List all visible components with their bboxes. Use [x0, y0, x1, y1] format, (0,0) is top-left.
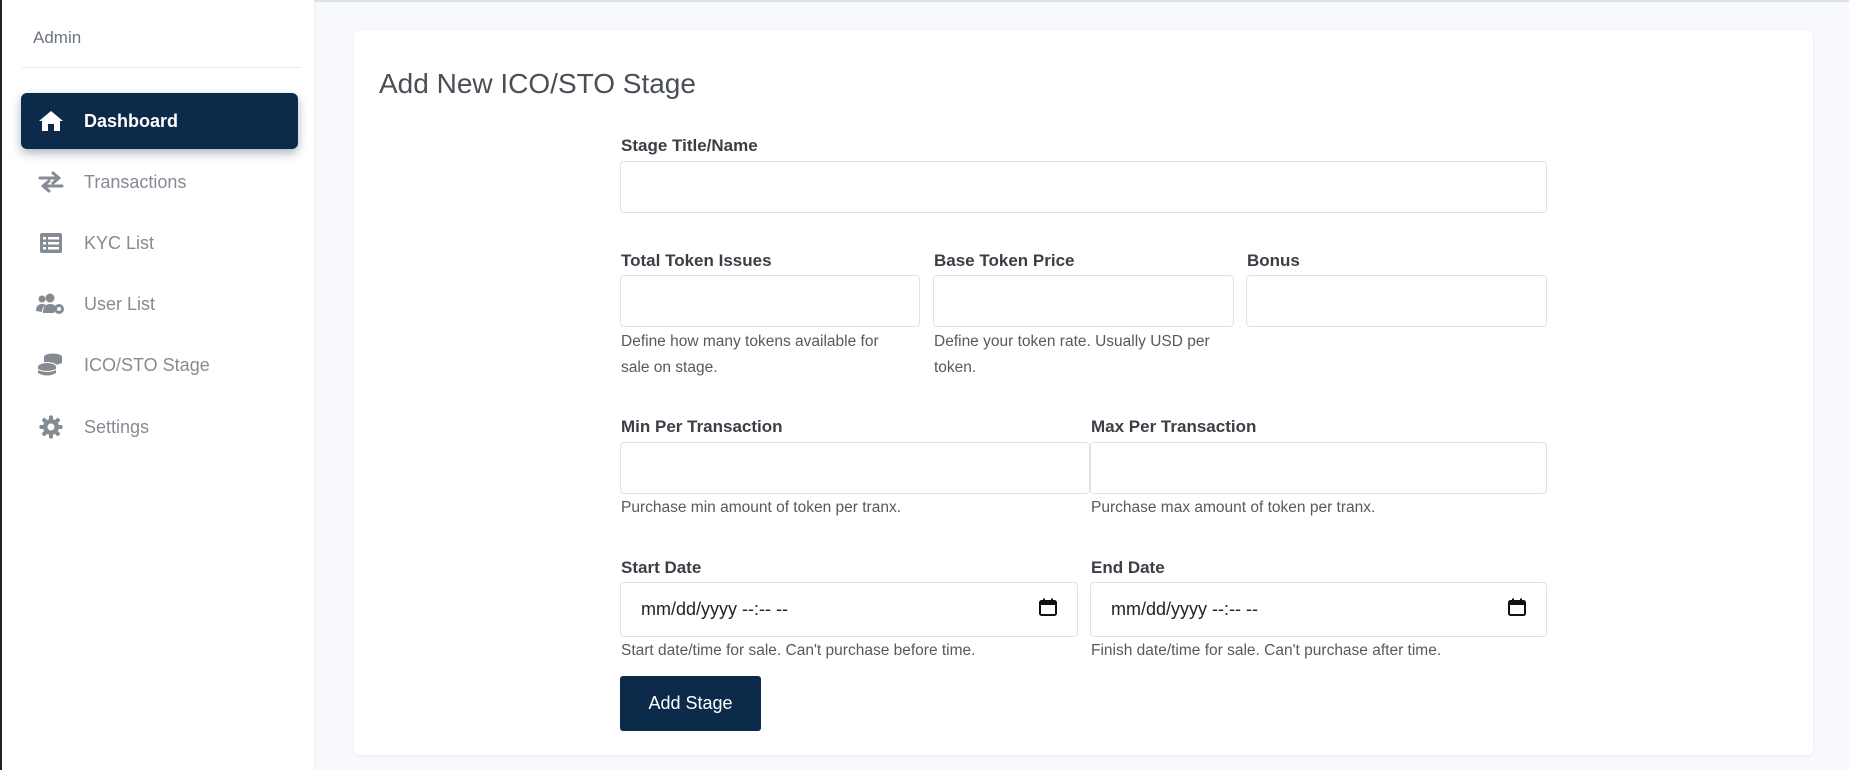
brand-label: Admin [33, 28, 82, 47]
start-date-help: Start date/time for sale. Can't purchase… [621, 642, 976, 659]
base-price-input[interactable] [933, 275, 1234, 327]
sidebar-item-ico-sto-stage[interactable]: ICO/STO Stage [21, 337, 298, 393]
start-date-input[interactable]: mm/dd/yyyy --:-- -- [620, 582, 1078, 637]
end-date-input[interactable]: mm/dd/yyyy --:-- -- [1090, 582, 1547, 637]
users-cog-icon [36, 291, 66, 317]
sidebar-item-kyc-list[interactable]: KYC List [21, 215, 298, 271]
sidebar-item-user-list[interactable]: User List [21, 276, 298, 332]
min-per-tx-help: Purchase min amount of token per tranx. [621, 499, 902, 516]
base-price-label: Base Token Price [934, 251, 1075, 270]
end-date-label: End Date [1091, 558, 1165, 577]
min-per-tx-input[interactable] [620, 442, 1090, 494]
coins-icon [36, 352, 66, 378]
end-date-placeholder: mm/dd/yyyy --:-- -- [1111, 599, 1258, 619]
stage-title-input[interactable] [620, 161, 1547, 213]
total-token-label: Total Token Issues [621, 251, 772, 270]
exchange-icon [36, 169, 66, 195]
start-date-placeholder: mm/dd/yyyy --:-- -- [641, 599, 788, 619]
max-per-tx-label: Max Per Transaction [1091, 417, 1257, 436]
gear-icon [36, 414, 66, 440]
min-per-tx-label: Min Per Transaction [621, 417, 783, 436]
home-icon [36, 108, 66, 134]
add-stage-card: Add New ICO/STO Stage Stage Title/Name T… [354, 30, 1813, 755]
end-date-help: Finish date/time for sale. Can't purchas… [1091, 642, 1442, 659]
sidebar: Admin Dashboard Transactions KYC List Us… [2, 0, 314, 770]
sidebar-item-transactions[interactable]: Transactions [21, 154, 298, 210]
window-left-border [0, 0, 2, 770]
brand-divider [22, 67, 302, 68]
list-icon [36, 230, 66, 256]
sidebar-item-label: Settings [84, 416, 150, 437]
total-token-help: Define how many tokens available for sal… [621, 333, 879, 376]
sidebar-item-label: Dashboard [84, 110, 179, 131]
max-per-tx-help: Purchase max amount of token per tranx. [1091, 499, 1376, 516]
sidebar-item-label: User List [84, 293, 156, 314]
sidebar-item-dashboard[interactable]: Dashboard [21, 93, 298, 149]
sidebar-item-label: KYC List [84, 232, 155, 253]
total-token-input[interactable] [620, 275, 920, 327]
bonus-label: Bonus [1247, 251, 1300, 270]
base-price-help: Define your token rate. Usually USD per … [934, 333, 1210, 376]
calendar-icon[interactable] [1039, 598, 1057, 621]
bonus-input[interactable] [1246, 275, 1547, 327]
add-stage-button[interactable]: Add Stage [620, 676, 761, 731]
sidebar-item-label: Transactions [84, 171, 187, 192]
start-date-label: Start Date [621, 558, 702, 577]
max-per-tx-input[interactable] [1090, 442, 1547, 494]
page-title: Add New ICO/STO Stage [379, 68, 696, 99]
stage-title-label: Stage Title/Name [621, 136, 758, 155]
sidebar-item-settings[interactable]: Settings [21, 399, 298, 455]
calendar-icon[interactable] [1508, 598, 1526, 621]
sidebar-item-label: ICO/STO Stage [84, 354, 210, 375]
